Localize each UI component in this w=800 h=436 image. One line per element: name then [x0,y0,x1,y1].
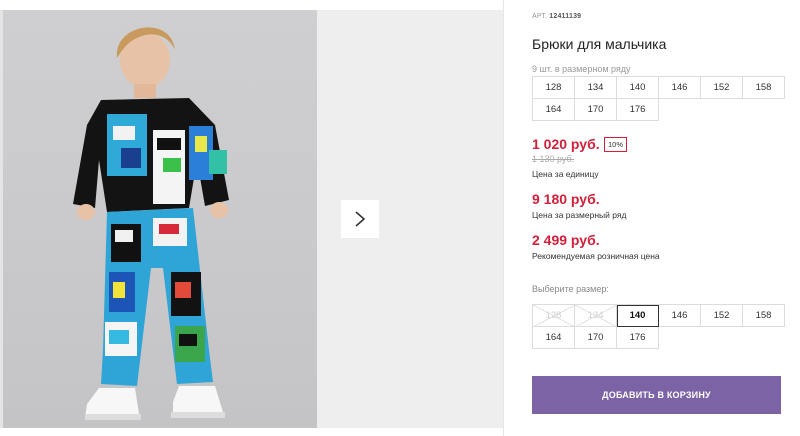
size-range-cell: 158 [743,77,785,99]
size-row-price: 9 180 руб. [532,191,600,207]
size-range-grid: 128 134 140 146 152 158 164 170 176 [532,76,785,121]
size-option-selected[interactable]: 140 [617,305,659,327]
old-price: 1 130 руб. [532,154,575,164]
size-option-label: 164 [545,332,562,343]
unavailable-cross-icon [575,305,617,327]
size-range-cell: 128 [533,77,575,99]
size-range-cell: 164 [533,99,575,121]
unit-price: 1 020 руб. [532,136,600,152]
size-option[interactable]: 152 [701,305,743,327]
choose-size-label: Выберите размер: [532,284,609,294]
unavailable-cross-icon [533,305,575,327]
product-photo[interactable] [3,10,317,428]
product-photo-illustration [73,27,229,420]
size-range-cell: 152 [701,77,743,99]
gallery-next-button[interactable] [341,200,379,238]
size-option-label: 170 [587,332,604,343]
size-option-disabled[interactable]: 134 [575,305,617,327]
vertical-divider [503,0,504,436]
size-option-disabled[interactable]: 128 [533,305,575,327]
chevron-right-icon [355,211,366,227]
article-value: 12411139 [549,13,582,20]
size-range-cell: 176 [617,99,659,121]
size-option[interactable]: 170 [575,327,617,349]
article-number: АРТ. 12411139 [532,13,581,20]
size-option[interactable]: 146 [659,305,701,327]
size-option-label: 158 [755,310,772,321]
size-range-cell: 134 [575,77,617,99]
size-range-cell: 146 [659,77,701,99]
size-option[interactable]: 164 [533,327,575,349]
size-option[interactable]: 176 [617,327,659,349]
size-range-cell: 170 [575,99,617,121]
size-option-label: 176 [629,332,646,343]
size-selector-grid: 128 134 140 146 152 158 164 170 176 [532,304,785,349]
retail-price-label: Рекомендуемая розничная цена [532,251,660,261]
discount-badge: 10% [604,137,628,152]
size-option-label: 152 [713,310,730,321]
size-option-label: 146 [671,310,688,321]
retail-price: 2 499 руб. [532,232,600,248]
size-range-cell: 140 [617,77,659,99]
article-label: АРТ. [532,13,548,20]
add-to-cart-button[interactable]: ДОБАВИТЬ В КОРЗИНУ [532,376,781,414]
unit-price-label: Цена за единицу [532,169,599,179]
size-row-price-label: Цена за размерный ряд [532,210,627,220]
size-option[interactable]: 158 [743,305,785,327]
size-count-text: 9 шт. в размерном ряду [532,64,631,74]
product-title: Брюки для мальчика [532,36,667,52]
size-option-label: 140 [629,310,646,321]
